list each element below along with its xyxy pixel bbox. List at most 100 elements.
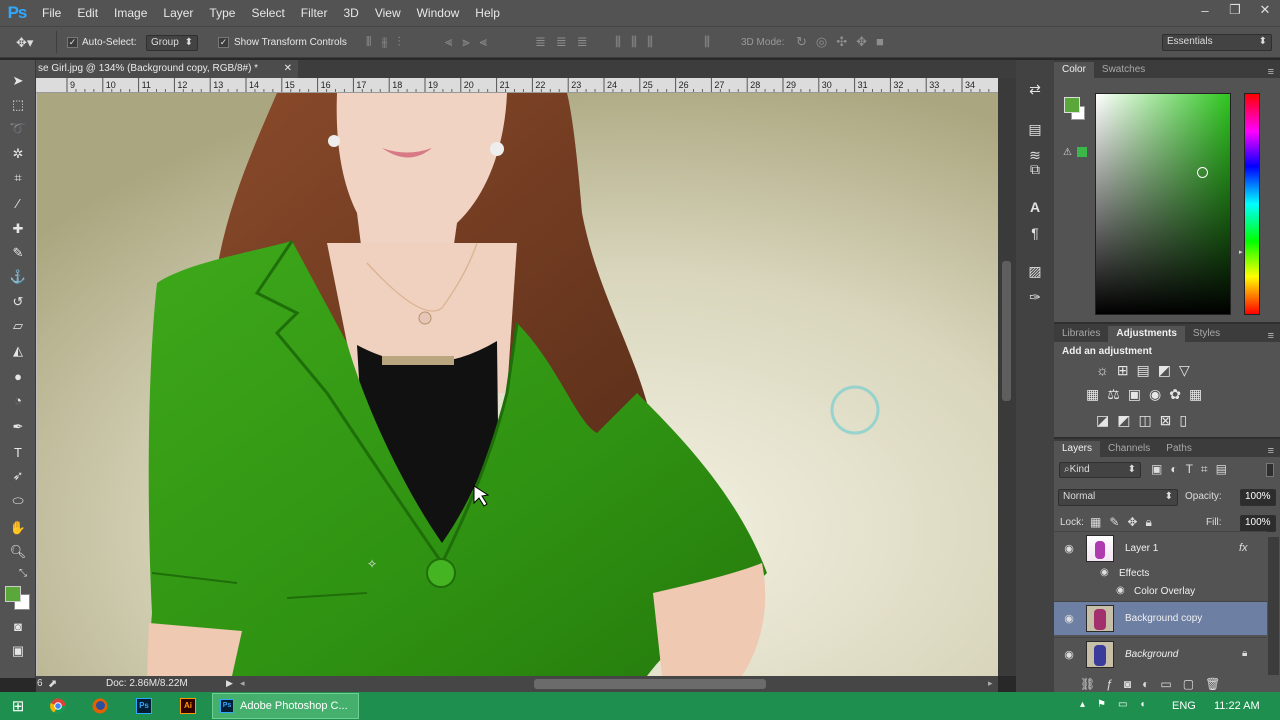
3d-mode-icons[interactable]: ↻◎✣✥■ [796,34,893,50]
move-tool-preset-icon[interactable]: ✥▾ [16,35,33,51]
layer-row-background[interactable]: ◉ Background 🔒︎ [1054,637,1267,671]
eraser-tool-icon[interactable]: ▱ [7,315,29,337]
align-vertical-icons[interactable]: ⫷⫸⫷ [445,34,497,50]
menu-view[interactable]: View [367,0,409,26]
lock-icons[interactable]: ▦✎✥🔒︎ [1090,515,1160,530]
vertical-scrollbar[interactable] [998,78,1016,676]
healing-brush-tool-icon[interactable]: ✚ [7,218,29,240]
system-tray-icons[interactable]: ▴⚑▭◖ [1080,699,1157,710]
layer-name[interactable]: Layer 1 [1125,543,1158,554]
hue-slider-handle[interactable]: ▸ [1239,248,1243,256]
filter-toggle[interactable] [1266,463,1274,477]
properties-panel-icon[interactable]: ▤ [1024,118,1046,140]
chrome-icon[interactable] [44,694,72,718]
hue-slider[interactable] [1244,93,1260,315]
layer-filter-dropdown[interactable]: ⌕Kind ⬍ [1059,462,1141,478]
document-canvas[interactable]: ✧ [37,93,998,676]
close-button[interactable]: ✕ [1250,0,1280,20]
gamut-swatch[interactable] [1077,147,1087,157]
menu-file[interactable]: File [34,0,69,26]
menu-3d[interactable]: 3D [335,0,366,26]
menu-window[interactable]: Window [409,0,468,26]
history-panel-icon[interactable]: ⇄ [1024,78,1046,100]
auto-select-checkbox[interactable]: ✓ [67,37,78,48]
effects-row[interactable]: ◉ Effects [1054,565,1267,583]
color-field[interactable] [1095,93,1231,315]
panel-menu-icon[interactable]: ≡ [1268,445,1280,457]
brush-tool-icon[interactable]: ✎ [7,242,29,264]
auto-align-icon[interactable]: ⫼ [704,34,710,50]
firefox-icon[interactable] [86,694,114,718]
color-picker-marker[interactable] [1197,167,1208,178]
menu-edit[interactable]: Edit [69,0,106,26]
panel-menu-icon[interactable]: ≡ [1268,66,1280,78]
layers-footer-icons[interactable]: ⛓ƒ◙◐▭▢🗑︎ [1080,677,1231,691]
menu-type[interactable]: Type [201,0,243,26]
zoom-level[interactable]: 6 [37,678,43,689]
menu-image[interactable]: Image [106,0,155,26]
type-tool-icon[interactable]: T [7,441,29,463]
adjustment-icons-row-3[interactable]: ◪◩◫⊠▯ [1096,412,1195,429]
ellipse-tool-icon[interactable]: ⬭ [7,490,29,512]
show-transform-checkbox[interactable]: ✓ [218,37,229,48]
layer-row-background-copy[interactable]: ◉ Background copy [1054,601,1267,635]
move-tool-icon[interactable]: ➤ [7,70,29,92]
close-tab-icon[interactable]: ✕ [284,60,292,78]
history-brush-tool-icon[interactable]: ↺ [7,291,29,313]
visibility-eye-icon[interactable]: ◉ [1062,648,1076,661]
tab-adjustments[interactable]: Adjustments [1108,326,1185,342]
effects-eye-icon[interactable]: ◉ [1100,567,1109,578]
export-icon[interactable]: ⬈ [48,677,57,690]
distribute-horizontal-icons[interactable]: ⫼⫼⫼ [615,34,663,50]
blur-tool-icon[interactable]: ● [7,365,29,387]
tab-color[interactable]: Color [1054,62,1094,78]
gamut-warning-icon[interactable]: ⚠ [1063,147,1072,158]
path-selection-tool-icon[interactable]: ➶ [7,465,29,487]
visibility-eye-icon[interactable]: ◉ [1062,542,1076,555]
tab-channels[interactable]: Channels [1100,441,1158,457]
hand-tool-icon[interactable]: ✋ [7,517,29,539]
menu-help[interactable]: Help [467,0,508,26]
layer-filter-icons[interactable]: ▣◐T⌗▤ [1151,462,1235,477]
dodge-tool-icon[interactable]: ◔ [7,389,29,411]
tab-paths[interactable]: Paths [1158,441,1200,457]
layer-name[interactable]: Background copy [1125,613,1202,624]
illustrator-taskbar-icon[interactable]: Ai [174,694,202,718]
adjustment-icons-row-1[interactable]: ☼⊞▤◩▽ [1096,362,1198,379]
menu-layer[interactable]: Layer [155,0,201,26]
quick-mask-icon[interactable]: ◙ [7,615,29,637]
menu-filter[interactable]: Filter [293,0,336,26]
foreground-color-swatch-top[interactable] [5,586,21,602]
visibility-eye-icon[interactable]: ◉ [1062,612,1076,625]
color-overlay-row[interactable]: ◉ Color Overlay [1054,583,1267,601]
distribute-icons[interactable]: ≣≣≣ [535,34,598,50]
vertical-scrollbar-thumb[interactable] [1002,261,1011,401]
character-styles-icon[interactable]: ▨ [1024,260,1046,282]
panel-menu-icon[interactable]: ≡ [1268,330,1280,342]
color-fg-swatch[interactable] [1064,97,1080,113]
paragraph-panel-icon[interactable]: ¶ [1024,222,1046,244]
tab-layers[interactable]: Layers [1054,441,1101,457]
zoom-tool-icon[interactable]: 🔍︎ [7,541,29,563]
restore-button[interactable]: ❐ [1220,0,1250,20]
scroll-right-icon[interactable]: ▸ [988,678,993,689]
layers-scrollbar[interactable] [1268,537,1279,675]
horizontal-scrollbar-thumb[interactable] [534,679,766,689]
lasso-tool-icon[interactable]: ➰ [7,118,29,140]
layer-name[interactable]: Background [1125,649,1178,660]
magic-wand-tool-icon[interactable]: ✲ [7,143,29,165]
scroll-left-icon[interactable]: ◂ [240,678,245,689]
tab-styles[interactable]: Styles [1185,326,1228,342]
blend-mode-dropdown[interactable]: Normal ⬍ [1058,489,1178,506]
crop-tool-icon[interactable]: ⌗ [7,167,29,189]
clone-stamp-tool-icon[interactable]: ⚓ [7,266,29,288]
fill-input[interactable]: 100% [1240,515,1276,532]
status-menu-arrow-icon[interactable]: ▶ [226,678,233,689]
paragraph-styles-icon[interactable]: ✑ [1024,286,1046,308]
language-indicator[interactable]: ENG [1172,700,1196,712]
tab-libraries[interactable]: Libraries [1054,326,1108,342]
windows-start-icon[interactable]: ⊞ [4,694,32,718]
character-panel-icon[interactable]: A [1024,196,1046,218]
taskbar-active-photoshop[interactable]: Ps Adobe Photoshop C... [212,693,359,719]
auto-select-dropdown[interactable]: Group ⬍ [146,35,198,51]
